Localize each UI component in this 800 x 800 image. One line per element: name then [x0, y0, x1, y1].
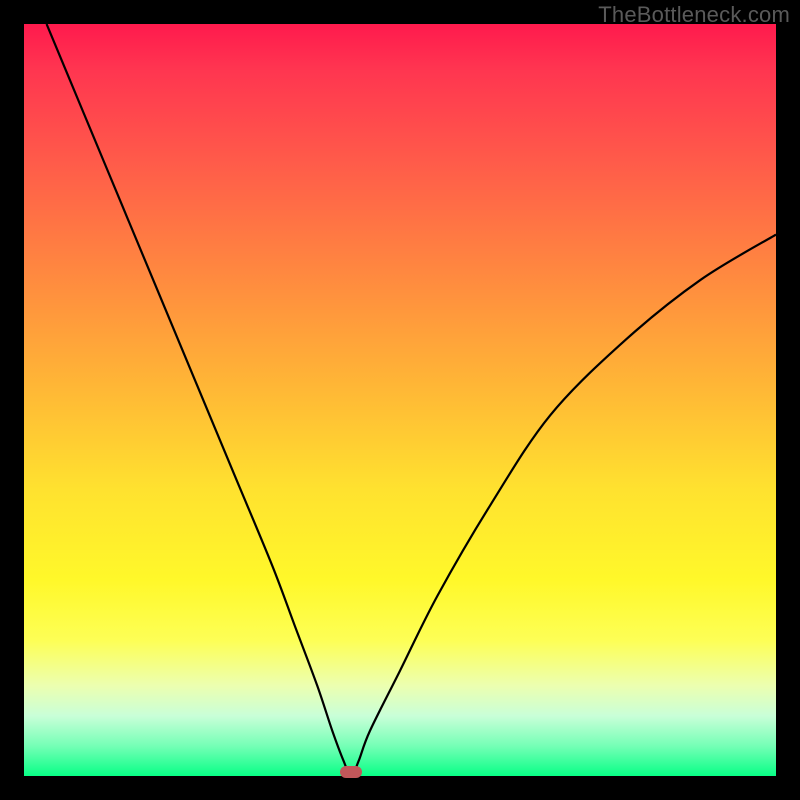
chart-gradient-area — [24, 24, 776, 776]
watermark-text: TheBottleneck.com — [598, 2, 790, 28]
optimal-marker — [340, 766, 362, 778]
